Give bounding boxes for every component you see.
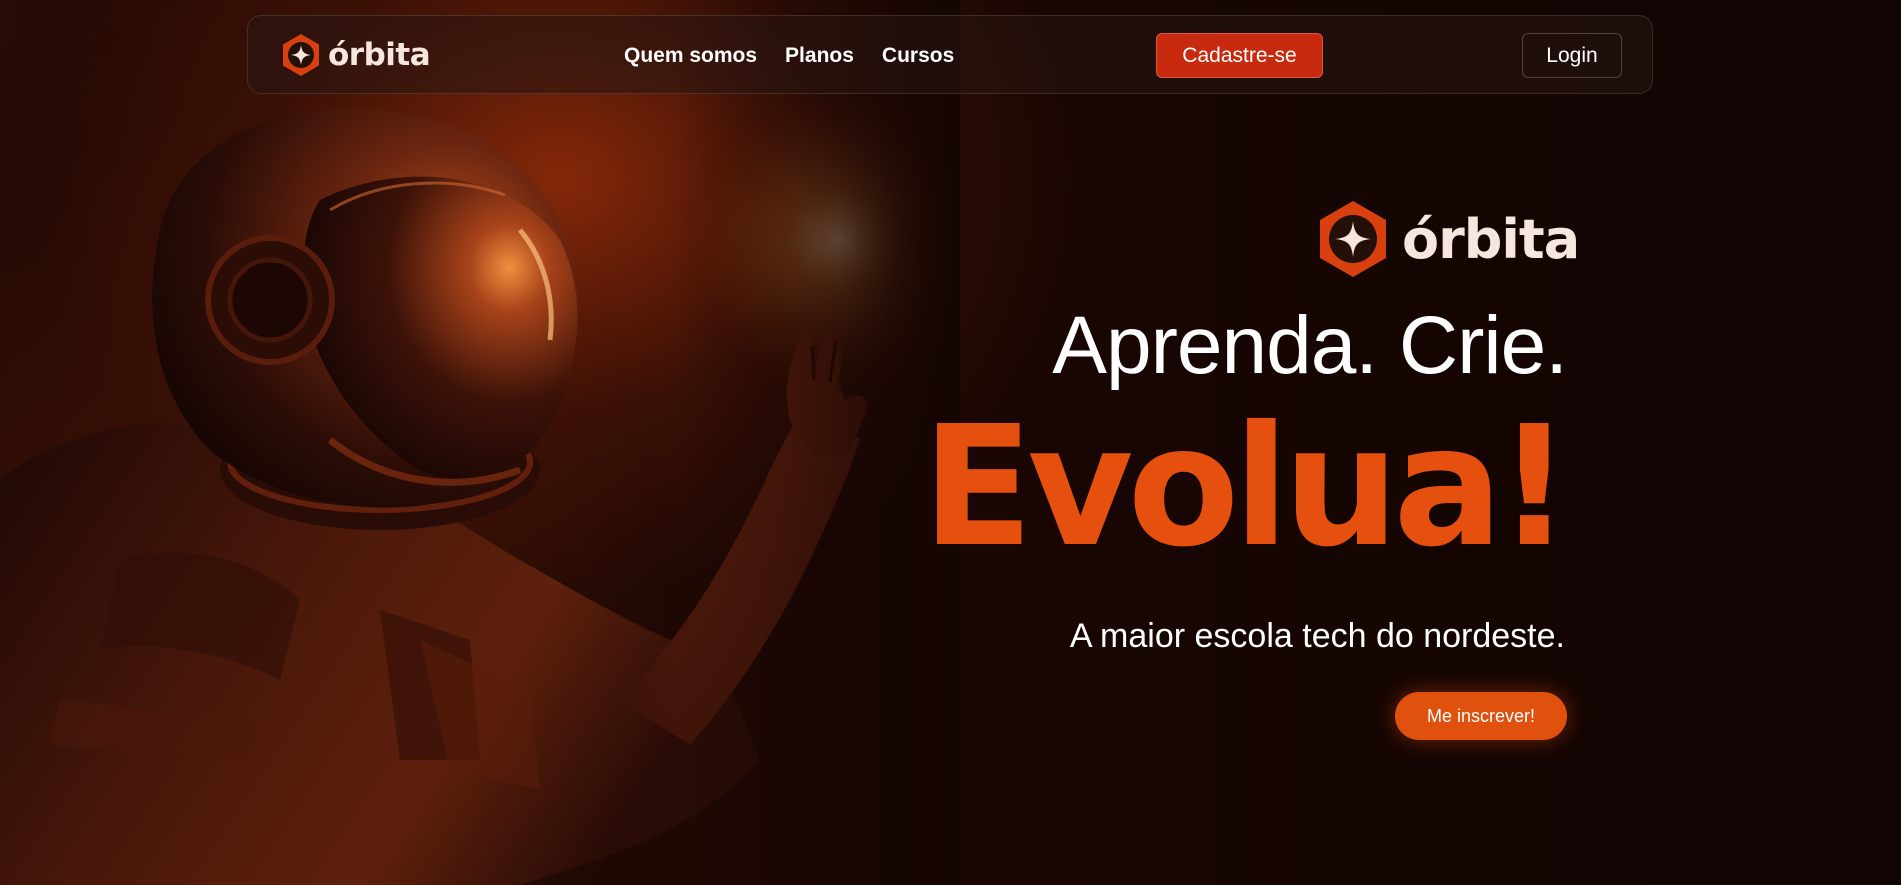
nav-link-planos[interactable]: Planos (785, 44, 854, 68)
nav-links: Quem somos Planos Cursos (624, 16, 954, 95)
landing-page: órbita Quem somos Planos Cursos Cadastre… (0, 0, 1901, 885)
orbita-logo-icon (283, 34, 319, 76)
hero-headline-line1: Aprenda. Crie. (1052, 300, 1568, 391)
signup-button[interactable]: Cadastre-se (1156, 33, 1323, 78)
nav-link-quem-somos[interactable]: Quem somos (624, 44, 757, 68)
nav-brand-name: órbita (328, 37, 431, 73)
top-navbar: órbita Quem somos Planos Cursos Cadastre… (247, 15, 1653, 94)
hero-logo: órbita (1316, 199, 1580, 279)
hero-headline-line2: Evolua! (921, 391, 1571, 584)
nav-link-cursos[interactable]: Cursos (882, 44, 954, 68)
orbita-logo-icon (1320, 201, 1386, 277)
nav-logo[interactable]: órbita (280, 33, 431, 77)
enroll-button[interactable]: Me inscrever! (1395, 692, 1567, 740)
hero-subtitle: A maior escola tech do nordeste. (1069, 617, 1565, 655)
hero-brand-name: órbita (1402, 207, 1580, 271)
login-button[interactable]: Login (1522, 33, 1622, 78)
astronaut-illustration (0, 0, 960, 885)
